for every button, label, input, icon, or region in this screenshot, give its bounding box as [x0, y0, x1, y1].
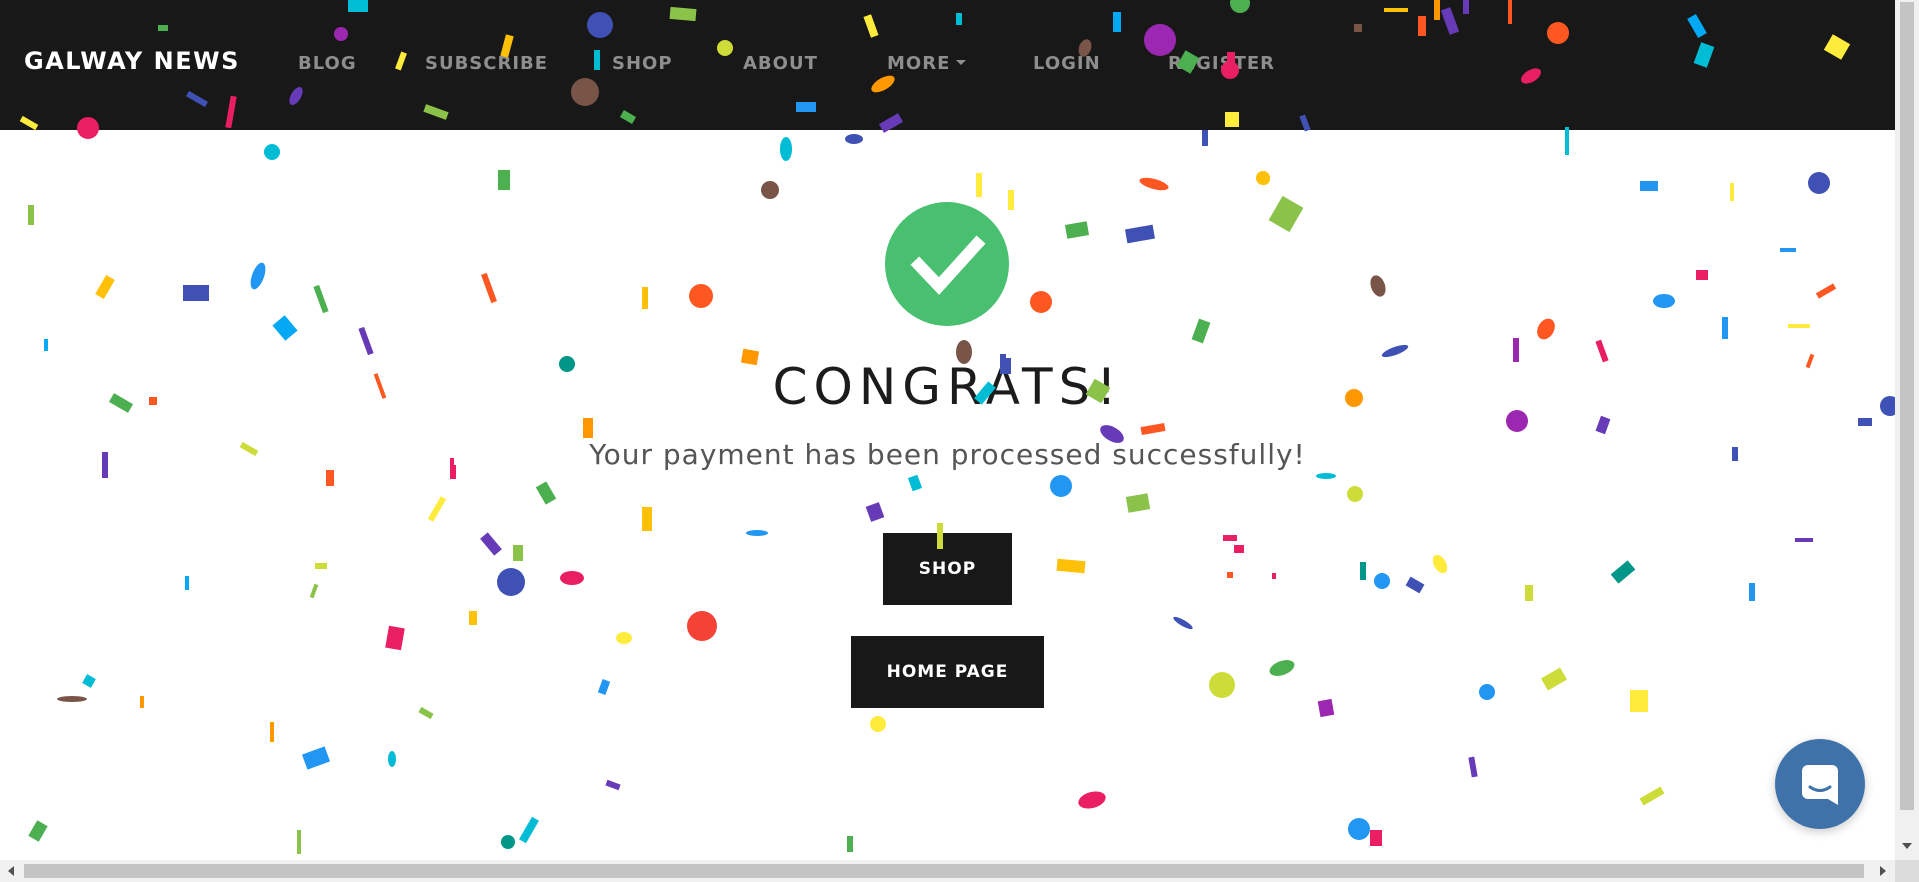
- scroll-down-arrow-icon[interactable]: [1902, 843, 1912, 849]
- check-circle-icon: [885, 202, 1009, 326]
- horizontal-scroll-thumb[interactable]: [24, 864, 1864, 878]
- nav-item-more[interactable]: MORE: [887, 53, 967, 74]
- vertical-scrollbar[interactable]: [1895, 0, 1919, 860]
- nav-item-login[interactable]: LOGIN: [1033, 53, 1101, 74]
- horizontal-scrollbar[interactable]: [0, 860, 1895, 882]
- nav-item-about[interactable]: ABOUT: [743, 53, 818, 74]
- nav-item-more-label: MORE: [887, 53, 951, 74]
- nav-item-register[interactable]: REGISTER: [1168, 53, 1275, 74]
- scroll-right-arrow-icon[interactable]: [1880, 866, 1886, 876]
- scroll-left-arrow-icon[interactable]: [8, 866, 14, 876]
- nav-item-shop[interactable]: SHOP: [612, 53, 673, 74]
- top-navbar: GALWAY NEWS BLOG SUBSCRIBE SHOP ABOUT MO…: [0, 0, 1895, 130]
- success-message: Your payment has been processed successf…: [589, 438, 1306, 471]
- caret-down-icon: [956, 59, 967, 65]
- shop-button[interactable]: SHOP: [883, 533, 1012, 605]
- brand-logo[interactable]: GALWAY NEWS: [24, 47, 240, 75]
- vertical-scroll-thumb[interactable]: [1900, 2, 1914, 810]
- nav-item-subscribe[interactable]: SUBSCRIBE: [425, 53, 548, 74]
- chat-launcher-button[interactable]: [1775, 739, 1865, 829]
- success-title: CONGRATS!: [772, 358, 1123, 416]
- home-page-button[interactable]: HOME PAGE: [851, 636, 1044, 708]
- chat-bubble-icon: [1802, 765, 1838, 805]
- scrollbar-corner: [1895, 860, 1919, 882]
- nav-item-blog[interactable]: BLOG: [298, 53, 357, 74]
